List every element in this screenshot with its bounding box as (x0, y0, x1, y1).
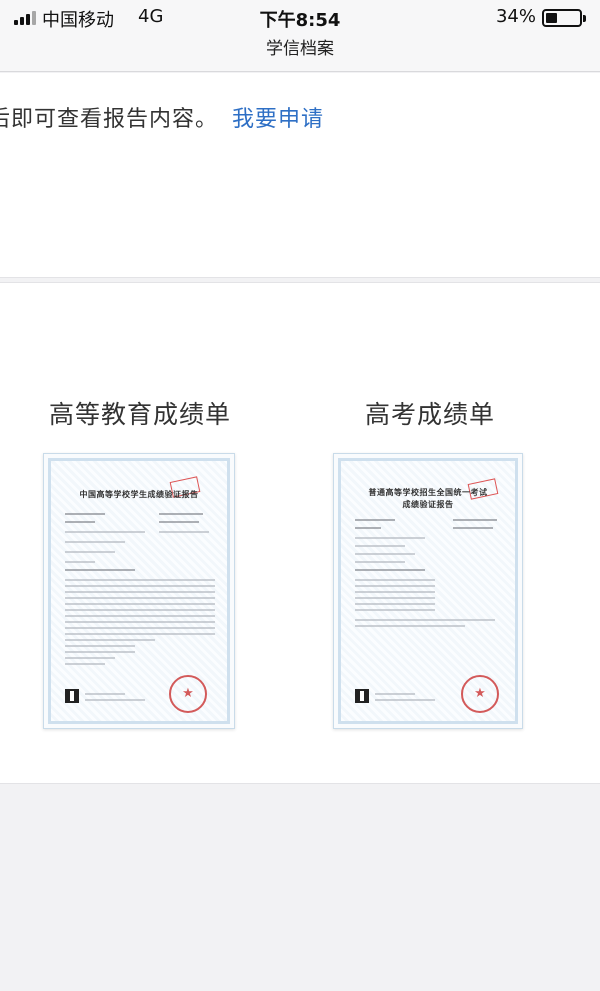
official-seal-icon: ★ (461, 675, 499, 713)
higher-education-transcript-title[interactable]: 高等教育成绩单 (10, 395, 270, 431)
notice-text: 后即可查看报告内容。 我要申请 (0, 101, 324, 133)
page-background-bottom (0, 785, 600, 991)
doc-heading: 中国高等学校学生成绩验证报告 (79, 490, 199, 499)
top-bar: 中国移动 4G 下午8:54 34% 学信档案 (0, 0, 600, 72)
apply-link[interactable]: 我要申请 (232, 107, 324, 132)
battery-icon (542, 9, 586, 27)
higher-education-transcript-thumbnail[interactable]: 中国高等学校学生成绩验证报告 ★ (43, 453, 235, 729)
gaokao-transcript-title[interactable]: 高考成绩单 (300, 395, 560, 431)
gaokao-transcript-thumbnail[interactable]: 普通高等学校招生全国统一考试 成绩验证报告 ★ (333, 453, 523, 729)
notice-section: 后即可查看报告内容。 我要申请 (0, 73, 600, 278)
transcripts-section: 高等教育成绩单 中国高等学校学生成绩验证报告 ★ 高考成绩单 普通高等学校招生全… (0, 282, 600, 784)
notice-message: 后即可查看报告内容。 (0, 107, 219, 132)
doc-heading-line2: 成绩验证报告 (402, 500, 454, 509)
page-title: 学信档案 (266, 39, 334, 59)
doc-heading-line1: 普通高等学校招生全国统一考试 (368, 488, 488, 497)
battery-percent: 34% (495, 6, 536, 27)
qr-code-icon (65, 689, 79, 703)
official-seal-icon: ★ (169, 675, 207, 713)
status-bar: 中国移动 4G 下午8:54 34% (0, 6, 600, 31)
qr-code-icon (355, 689, 369, 703)
